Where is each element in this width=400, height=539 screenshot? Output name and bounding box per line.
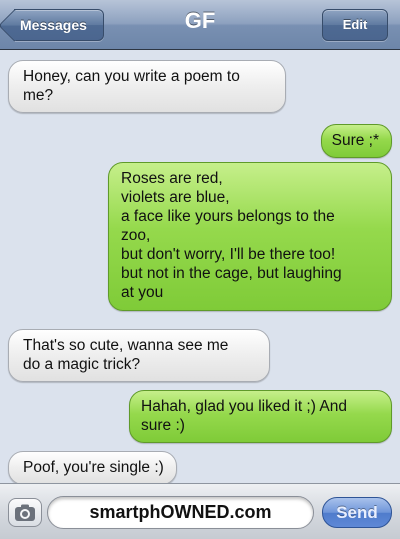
message-line: sure :) [141,417,185,434]
outgoing-message-bubble[interactable]: Sure ;* [320,124,392,158]
message-line: do a magic trick? [23,356,141,373]
incoming-message-bubble[interactable]: Poof, you're single :) [8,451,177,485]
message-line: but not in the cage, but laughing [121,265,342,282]
message-thread[interactable]: Honey, can you write a poem to me? Sure … [0,50,400,485]
edit-button[interactable]: Edit [322,9,388,41]
back-button-label: Messages [20,17,87,33]
message-line: Poof, you're single :) [23,459,164,476]
message-line: but don't worry, I'll be there too! [121,246,336,263]
message-input-bar: smartphOWNED.com Send [0,483,400,539]
outgoing-message-bubble[interactable]: Hahah, glad you liked it ;) And sure :) [129,390,392,443]
message-line: violets are blue, [121,189,230,206]
incoming-message-bubble[interactable]: Honey, can you write a poem to me? [8,60,286,113]
message-line: zoo, [121,227,151,244]
message-line: at you [121,284,164,301]
back-to-messages-button[interactable]: Messages [14,9,104,41]
camera-icon [15,504,35,521]
conversation-title: GF [184,8,216,33]
message-line: me? [23,87,54,104]
message-text-field[interactable]: smartphOWNED.com [47,496,314,529]
message-line: Roses are red, [121,170,223,187]
navigation-bar: Messages GF Edit [0,0,400,50]
message-line: Honey, can you write a poem to [23,68,240,85]
message-line: Hahah, glad you liked it ;) And [141,398,347,415]
send-button[interactable]: Send [322,497,392,528]
message-line: a face like yours belongs to the [121,208,335,225]
incoming-message-bubble[interactable]: That's so cute, wanna see me do a magic … [8,329,270,382]
message-line: Sure ;* [331,132,379,149]
message-line: That's so cute, wanna see me [23,337,229,354]
camera-button[interactable] [8,498,42,527]
outgoing-message-bubble[interactable]: Roses are red, violets are blue, a face … [108,162,392,311]
